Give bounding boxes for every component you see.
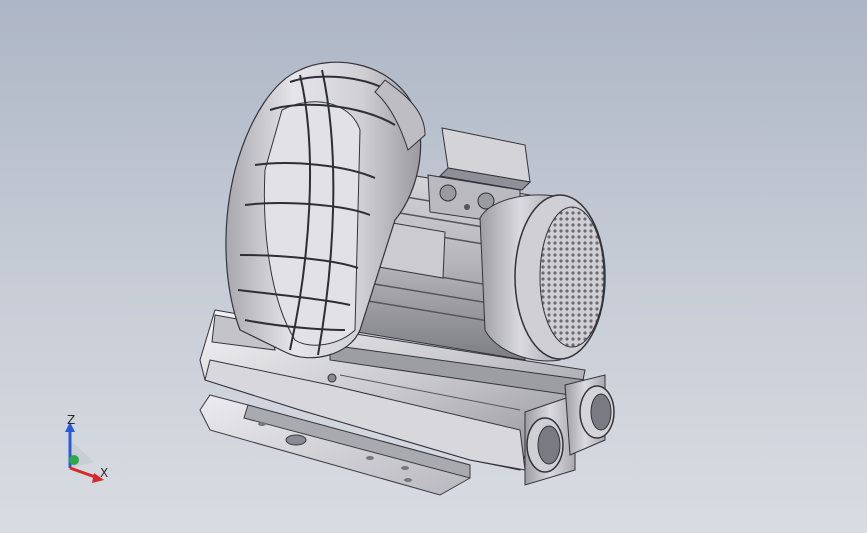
x-axis-label: X [100,466,109,480]
fan-cover [479,194,606,362]
axis-triad [65,422,104,483]
graphics-viewport[interactable]: Z X [0,0,867,533]
blower-model[interactable] [0,0,867,533]
z-axis-label: Z [67,413,76,427]
y-axis-dot [69,455,79,465]
